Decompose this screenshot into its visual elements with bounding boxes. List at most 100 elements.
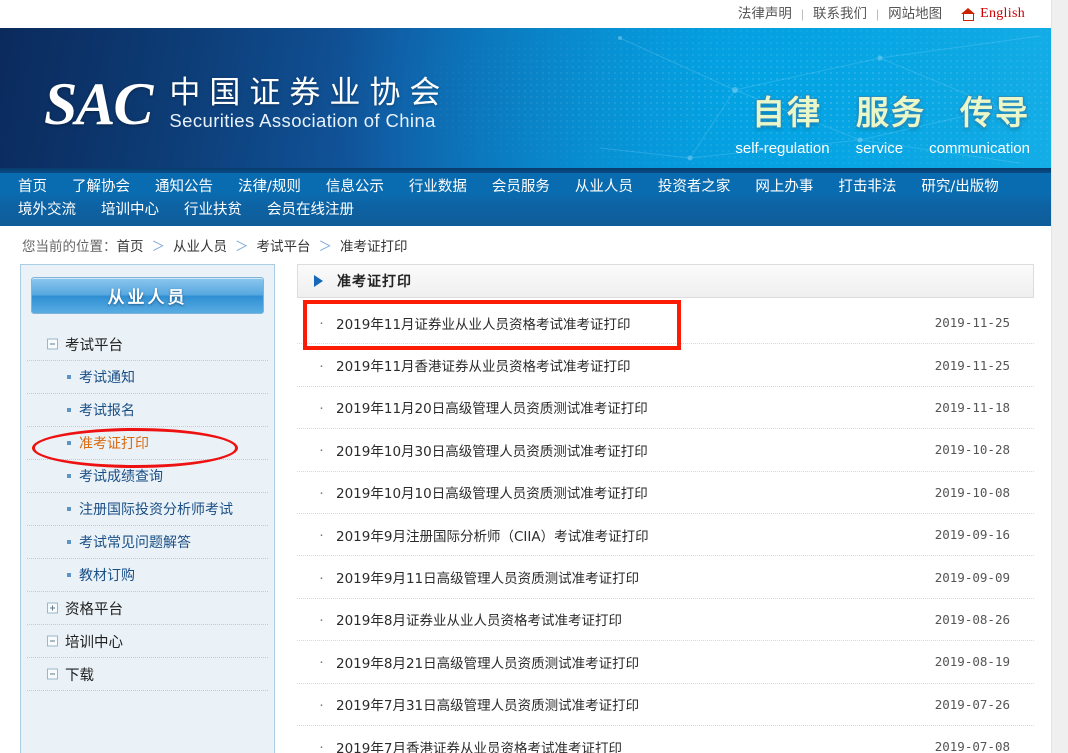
nav-item-13[interactable]: 培训中心 — [89, 199, 172, 222]
nav-item-5[interactable]: 行业数据 — [397, 176, 480, 199]
list-item[interactable]: ·2019年7月31日高级管理人员资质测试准考证打印2019-07-26 — [297, 684, 1034, 726]
bullet-dot-icon: · — [319, 697, 324, 712]
list-item[interactable]: ·2019年10月30日高级管理人员资质测试准考证打印2019-10-28 — [297, 429, 1034, 471]
sidebar-item-label-10[interactable]: 下载 — [65, 664, 94, 685]
sidebar-item-1[interactable]: 考试通知 — [27, 361, 268, 394]
list-item-date: 2019-11-25 — [935, 315, 1024, 330]
collapse-minus-icon[interactable] — [47, 339, 58, 350]
breadcrumb-item-3[interactable]: 准考证打印 — [340, 239, 408, 255]
panel-title: 准考证打印 — [337, 271, 412, 291]
nav-item-8[interactable]: 投资者之家 — [646, 176, 744, 199]
sidebar-item-7[interactable]: 教材订购 — [27, 559, 268, 592]
sidebar-item-label-2[interactable]: 考试报名 — [79, 400, 135, 420]
nav-item-9[interactable]: 网上办事 — [743, 176, 826, 199]
list-item-title[interactable]: 2019年10月30日高级管理人员资质测试准考证打印 — [336, 444, 648, 460]
sidebar-item-label-1[interactable]: 考试通知 — [79, 367, 135, 387]
list-item[interactable]: ·2019年10月10日高级管理人员资质测试准考证打印2019-10-08 — [297, 472, 1034, 514]
sidebar-item-label-5[interactable]: 注册国际投资分析师考试 — [79, 499, 233, 519]
breadcrumb-item-2[interactable]: 考试平台 — [257, 239, 311, 255]
list-item-title-cell: 2019年7月31日高级管理人员资质测试准考证打印 — [336, 694, 935, 714]
home-icon — [961, 8, 976, 21]
sidebar-item-label-9[interactable]: 培训中心 — [65, 631, 123, 652]
sidebar-item-label-6[interactable]: 考试常见问题解答 — [79, 532, 191, 552]
sidebar-item-label-0[interactable]: 考试平台 — [65, 334, 123, 355]
bullet-square-icon — [67, 507, 71, 511]
list-item-title[interactable]: 2019年7月31日高级管理人员资质测试准考证打印 — [336, 698, 639, 714]
nav-item-0[interactable]: 首页 — [6, 176, 60, 199]
bullet-square-icon — [67, 441, 71, 445]
bullet-dot-icon: · — [319, 612, 324, 627]
list-item-date: 2019-09-16 — [935, 527, 1024, 542]
breadcrumb-label: 您当前的位置： — [22, 239, 117, 255]
list-item[interactable]: ·2019年11月证券业从业人员资格考试准考证打印2019-11-25 — [297, 302, 1034, 344]
list-item-title-cell: 2019年11月香港证券从业员资格考试准考证打印 — [336, 355, 935, 375]
list-item-title[interactable]: 2019年9月注册国际分析师（CIIA）考试准考证打印 — [336, 529, 649, 545]
list-item-date: 2019-08-19 — [935, 654, 1024, 669]
list-item-title[interactable]: 2019年8月证券业从业人员资格考试准考证打印 — [336, 613, 622, 629]
slogan-en-row: self-regulation service communication — [735, 140, 1030, 157]
sidebar-item-5[interactable]: 注册国际投资分析师考试 — [27, 493, 268, 526]
main-region: 从业人员 考试平台考试通知考试报名准考证打印考试成绩查询注册国际投资分析师考试考… — [0, 264, 1052, 753]
list-item[interactable]: ·2019年7月香港证券从业员资格考试准考证打印2019-07-08 — [297, 726, 1034, 753]
list-item-title[interactable]: 2019年9月11日高级管理人员资质测试准考证打印 — [336, 571, 639, 587]
bullet-square-icon — [67, 573, 71, 577]
sidebar-item-0[interactable]: 考试平台 — [27, 328, 268, 361]
nav-item-14[interactable]: 行业扶贫 — [172, 199, 255, 222]
sidebar-item-label-8[interactable]: 资格平台 — [65, 598, 123, 619]
nav-item-6[interactable]: 会员服务 — [480, 176, 563, 199]
page-right-gutter — [1051, 0, 1068, 753]
nav-item-3[interactable]: 法律/规则 — [226, 176, 314, 199]
breadcrumb-separator-1: ＞ — [152, 239, 166, 254]
nav-item-11[interactable]: 研究/出版物 — [909, 176, 1011, 199]
sidebar-item-3[interactable]: 准考证打印 — [27, 427, 268, 460]
list-item-title[interactable]: 2019年8月21日高级管理人员资质测试准考证打印 — [336, 656, 639, 672]
nav-item-7[interactable]: 从业人员 — [563, 176, 646, 199]
nav-item-2[interactable]: 通知公告 — [143, 176, 226, 199]
list-item-title[interactable]: 2019年11月香港证券从业员资格考试准考证打印 — [336, 359, 631, 375]
breadcrumb-item-0[interactable]: 首页 — [117, 239, 144, 255]
sidebar-item-label-7[interactable]: 教材订购 — [79, 565, 135, 585]
sidebar-item-label-4[interactable]: 考试成绩查询 — [79, 466, 163, 486]
bullet-dot-icon: · — [319, 570, 324, 585]
topbar-link-legal[interactable]: 法律声明 — [729, 0, 801, 28]
slogan-cn-row: 自律 服务 传导 — [735, 86, 1030, 134]
bullet-dot-icon: · — [319, 358, 324, 373]
nav-item-15[interactable]: 会员在线注册 — [255, 199, 367, 222]
sidebar-item-4[interactable]: 考试成绩查询 — [27, 460, 268, 493]
list-item[interactable]: ·2019年8月证券业从业人员资格考试准考证打印2019-08-26 — [297, 599, 1034, 641]
nav-item-4[interactable]: 信息公示 — [314, 176, 397, 199]
topbar-link-english[interactable]: English — [976, 0, 1034, 28]
nav-item-12[interactable]: 境外交流 — [6, 199, 89, 222]
collapse-minus-icon[interactable] — [47, 669, 58, 680]
nav-item-1[interactable]: 了解协会 — [60, 176, 143, 199]
sidebar-title-button[interactable]: 从业人员 — [31, 277, 264, 314]
list-item[interactable]: ·2019年11月20日高级管理人员资质测试准考证打印2019-11-18 — [297, 387, 1034, 429]
expand-plus-icon[interactable] — [47, 603, 58, 614]
sidebar-item-label-3[interactable]: 准考证打印 — [79, 433, 149, 453]
slogan-en-2: service — [856, 140, 904, 157]
list-item-title-cell: 2019年9月注册国际分析师（CIIA）考试准考证打印 — [336, 525, 935, 545]
sidebar-item-8[interactable]: 资格平台 — [27, 592, 268, 625]
sidebar-item-6[interactable]: 考试常见问题解答 — [27, 526, 268, 559]
collapse-minus-icon[interactable] — [47, 636, 58, 647]
breadcrumb-separator-3: ＞ — [319, 239, 333, 254]
slogan-cn-2: 服务 — [856, 86, 926, 134]
bullet-dot-icon: · — [319, 485, 324, 500]
sidebar-item-10[interactable]: 下载 — [27, 658, 268, 691]
list-item[interactable]: ·2019年11月香港证券从业员资格考试准考证打印2019-11-25 — [297, 344, 1034, 386]
list-item[interactable]: ·2019年8月21日高级管理人员资质测试准考证打印2019-08-19 — [297, 641, 1034, 683]
list-item-title[interactable]: 2019年10月10日高级管理人员资质测试准考证打印 — [336, 486, 648, 502]
site-logo[interactable]: SAC 中国证券业协会 Securities Association of Ch… — [44, 76, 449, 132]
sidebar-item-9[interactable]: 培训中心 — [27, 625, 268, 658]
sidebar-item-2[interactable]: 考试报名 — [27, 394, 268, 427]
topbar-link-sitemap[interactable]: 网站地图 — [879, 0, 951, 28]
list-item-title[interactable]: 2019年11月20日高级管理人员资质测试准考证打印 — [336, 401, 648, 417]
list-item-title[interactable]: 2019年11月证券业从业人员资格考试准考证打印 — [336, 317, 631, 333]
list-item[interactable]: ·2019年9月注册国际分析师（CIIA）考试准考证打印2019-09-16 — [297, 514, 1034, 556]
list-item-title[interactable]: 2019年7月香港证券从业员资格考试准考证打印 — [336, 741, 622, 753]
topbar-link-contact[interactable]: 联系我们 — [804, 0, 876, 28]
nav-item-10[interactable]: 打击非法 — [826, 176, 909, 199]
bullet-dot-icon: · — [319, 442, 324, 457]
list-item[interactable]: ·2019年9月11日高级管理人员资质测试准考证打印2019-09-09 — [297, 556, 1034, 598]
breadcrumb-item-1[interactable]: 从业人员 — [173, 239, 227, 255]
